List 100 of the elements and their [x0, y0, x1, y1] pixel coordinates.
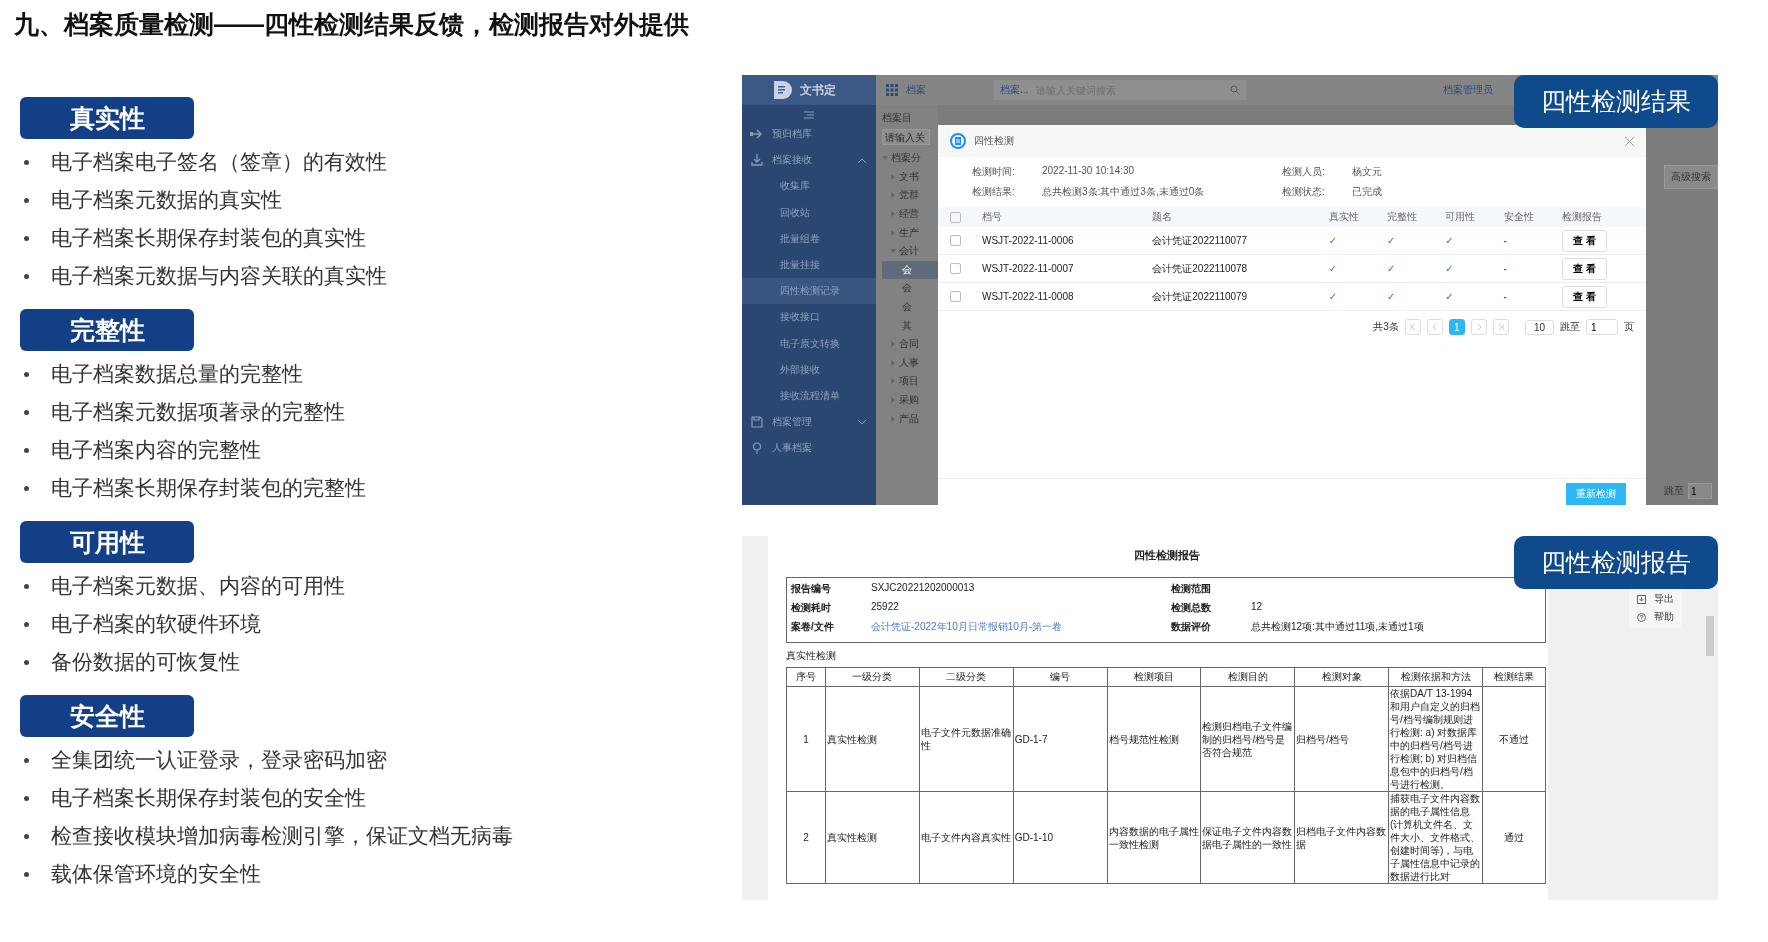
table-cell: - — [1502, 282, 1561, 311]
sidebar-item[interactable]: 收集库 — [742, 173, 876, 200]
last-page-button[interactable] — [1492, 319, 1509, 335]
caret-icon — [890, 229, 896, 236]
tree-node[interactable]: 采购 — [882, 390, 938, 410]
scrollbar[interactable] — [1706, 616, 1714, 656]
search-icon[interactable] — [1230, 85, 1240, 95]
meta-value: 25922 — [871, 601, 900, 614]
advanced-search-button[interactable]: 高级搜索 — [1664, 165, 1718, 189]
search-field[interactable]: 请输入关 — [882, 129, 930, 145]
view-button[interactable]: 查 看 — [1561, 285, 1607, 308]
tree-node[interactable]: 会 — [882, 297, 938, 317]
table-cell: 会计凭证2022110078 — [1151, 254, 1328, 283]
tree-node[interactable]: 项目 — [882, 372, 938, 391]
caret-icon — [890, 341, 896, 348]
field-value: 已完成 — [1352, 185, 1383, 199]
tree-node[interactable]: 会 — [882, 279, 938, 298]
tree-node[interactable]: 会 — [882, 260, 938, 280]
sidebar-item[interactable]: 四性检测记录 — [742, 278, 876, 305]
field-label: 检测状态: — [1282, 185, 1326, 199]
sidebar-item[interactable]: 接收接口 — [742, 304, 876, 331]
table-cell: 归档号/档号 — [1294, 686, 1389, 792]
table-cell: 会计凭证2022110077 — [1151, 227, 1328, 255]
section-heading: 真实性 — [20, 97, 194, 139]
field-label: 检测时间: — [972, 165, 1016, 179]
caret-icon — [890, 192, 896, 199]
column-header: 二级分类 — [919, 667, 1014, 687]
last-page-icon — [1497, 324, 1504, 330]
help-icon — [1637, 612, 1646, 622]
table-cell: 依据DA/T 13-1994和用户自定义的归档号/档号编制规则进行检测: a) 对数据库中的归档号/档号进行检测; b) 对归档信息包中的归档号/档号进行检测。 — [1388, 686, 1483, 792]
bullet-text: 电子档案长期保存封装包的真实性 — [51, 225, 366, 251]
table-cell: ✓ — [1327, 282, 1386, 311]
meta-label: 案卷/文件 — [791, 620, 835, 634]
section-heading: 可用性 — [20, 521, 194, 563]
bullet-icon — [24, 159, 29, 165]
sidebar-item[interactable]: 档案接收 — [742, 147, 876, 174]
recheck-button[interactable]: 重新检测 — [1566, 483, 1626, 505]
table-cell: ✓ — [1444, 227, 1503, 255]
bullet-text: 全集团统一认证登录，登录密码加密 — [51, 747, 387, 773]
file-link[interactable]: 会计凭证-2022年10月日常报销10月-第一卷 — [871, 620, 1171, 634]
checkbox[interactable] — [950, 235, 961, 247]
first-page-button[interactable] — [1404, 319, 1421, 335]
close-icon[interactable] — [1625, 136, 1634, 146]
bullet-text: 电子档案长期保存封装包的完整性 — [51, 475, 366, 501]
section-heading: 完整性 — [20, 309, 194, 351]
download-icon — [750, 154, 764, 167]
meta-value: SXJC20221202000013 — [871, 582, 976, 595]
tool-button[interactable]: 导出 — [1637, 592, 1674, 606]
sidebar-item[interactable]: 接收流程清单 — [742, 382, 876, 410]
user-name[interactable]: 档案管理员 — [1443, 83, 1493, 97]
page-button[interactable]: 1 — [1448, 319, 1465, 335]
previous-page-button[interactable] — [1426, 319, 1443, 335]
tree-node[interactable]: 经营 — [882, 204, 938, 224]
menu-icon[interactable] — [804, 111, 814, 119]
caret-icon — [882, 155, 888, 162]
checkbox[interactable] — [950, 291, 961, 303]
page-size-select[interactable]: 10 — [1524, 319, 1554, 335]
column-header: 检测结果 — [1482, 667, 1546, 687]
tool-button[interactable]: 帮助 — [1637, 610, 1674, 624]
tree-node[interactable]: 生产 — [882, 223, 938, 242]
apps-icon[interactable] — [886, 84, 898, 96]
page-input[interactable]: 1 — [1688, 483, 1712, 499]
page-input[interactable]: 1 — [1586, 319, 1618, 335]
meta-label: 检测总数 — [1171, 601, 1212, 615]
table-cell: 内容数据的电子属性一致性检测 — [1107, 791, 1201, 884]
table-cell: 真实性检测 — [825, 686, 920, 792]
sidebar-item[interactable]: 电子原文转换 — [742, 330, 876, 357]
sidebar-item[interactable]: 回收站 — [742, 199, 876, 226]
sidebar-item[interactable]: 预归档库 — [742, 121, 876, 148]
tree-node[interactable]: 会计 — [882, 241, 938, 261]
tree-node[interactable]: 合同 — [882, 334, 938, 354]
next-page-button[interactable] — [1470, 319, 1487, 335]
bullet-icon — [24, 583, 29, 589]
sidebar-item[interactable]: 人事档案 — [742, 435, 876, 462]
tree-node[interactable]: 党群 — [882, 186, 938, 205]
sidebar-item[interactable]: 外部接收 — [742, 356, 876, 383]
checkbox[interactable] — [950, 211, 961, 223]
sidebar-item[interactable]: 档案管理 — [742, 409, 876, 436]
tree-node[interactable]: 产品 — [882, 409, 938, 428]
tree-node[interactable]: 文书 — [882, 167, 938, 187]
caret-icon — [890, 397, 896, 403]
table-cell: ✓ — [1327, 254, 1386, 283]
tree-node[interactable]: 档案分 — [882, 149, 938, 168]
table-cell: ✓ — [1444, 254, 1503, 283]
meta-value: 总共检测12项:其中通过11项,未通过1项 — [1251, 620, 1425, 634]
sidebar-item[interactable]: 批量组卷 — [742, 225, 876, 252]
caret-icon — [890, 211, 896, 218]
tree-node[interactable]: 人事 — [882, 353, 938, 373]
tree-title: 档案目 — [882, 111, 913, 125]
view-button[interactable]: 查 看 — [1561, 257, 1607, 280]
column-header: 检测目的 — [1200, 667, 1295, 687]
checkbox[interactable] — [950, 263, 961, 275]
meta-label: 数据评价 — [1171, 620, 1212, 634]
sidebar-item[interactable]: 批量挂接 — [742, 251, 876, 279]
bullet-icon — [24, 409, 29, 415]
table-cell: WSJT-2022-11-0006 — [981, 227, 1152, 255]
view-button[interactable]: 查 看 — [1561, 229, 1607, 252]
tree-node[interactable]: 其 — [882, 316, 938, 335]
bullet-text: 电子档案元数据的真实性 — [51, 187, 282, 213]
caret-icon — [890, 415, 896, 422]
